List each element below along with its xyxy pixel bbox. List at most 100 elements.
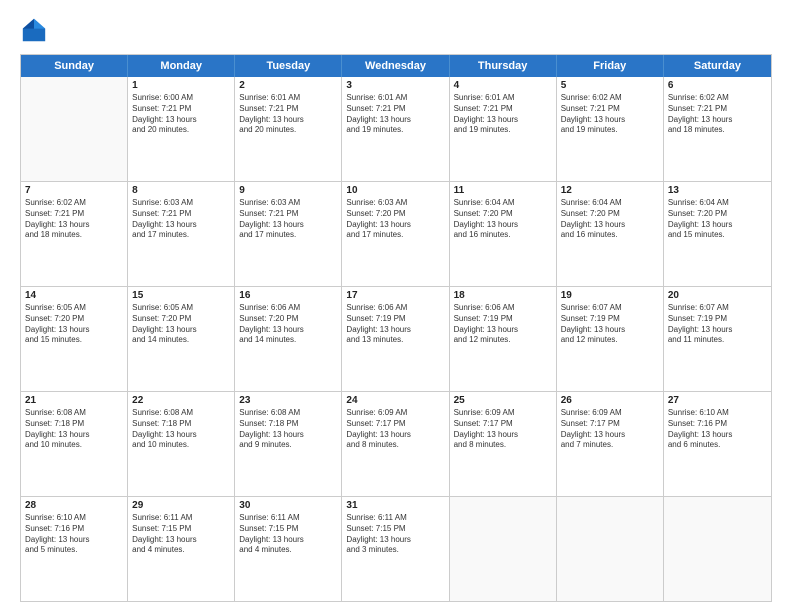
day-number: 4 xyxy=(454,80,552,91)
cell-info-line: Sunset: 7:19 PM xyxy=(346,314,444,325)
cell-info-line: and 6 minutes. xyxy=(668,440,767,451)
day-cell-23: 23Sunrise: 6:08 AMSunset: 7:18 PMDayligh… xyxy=(235,392,342,496)
day-number: 14 xyxy=(25,290,123,301)
day-number: 29 xyxy=(132,500,230,511)
cell-info-line: Daylight: 13 hours xyxy=(346,325,444,336)
day-number: 21 xyxy=(25,395,123,406)
cell-info-line: and 17 minutes. xyxy=(346,230,444,241)
cell-info-line: Sunset: 7:20 PM xyxy=(25,314,123,325)
cell-info-line: Sunrise: 6:11 AM xyxy=(239,513,337,524)
cell-info-line: Sunset: 7:21 PM xyxy=(454,104,552,115)
day-cell-11: 11Sunrise: 6:04 AMSunset: 7:20 PMDayligh… xyxy=(450,182,557,286)
cell-info-line: Daylight: 13 hours xyxy=(132,535,230,546)
cell-info-line: Sunrise: 6:04 AM xyxy=(454,198,552,209)
cell-info-line: Daylight: 13 hours xyxy=(561,325,659,336)
cell-info-line: Sunrise: 6:06 AM xyxy=(239,303,337,314)
day-number: 27 xyxy=(668,395,767,406)
cell-info-line: Sunrise: 6:02 AM xyxy=(668,93,767,104)
day-number: 13 xyxy=(668,185,767,196)
cell-info-line: Daylight: 13 hours xyxy=(561,220,659,231)
cell-info-line: Daylight: 13 hours xyxy=(25,325,123,336)
day-number: 3 xyxy=(346,80,444,91)
day-number: 17 xyxy=(346,290,444,301)
day-number: 25 xyxy=(454,395,552,406)
cell-info-line: and 18 minutes. xyxy=(668,125,767,136)
day-cell-16: 16Sunrise: 6:06 AMSunset: 7:20 PMDayligh… xyxy=(235,287,342,391)
calendar-header: SundayMondayTuesdayWednesdayThursdayFrid… xyxy=(21,55,771,77)
cell-info-line: and 13 minutes. xyxy=(346,335,444,346)
cell-info-line: Daylight: 13 hours xyxy=(25,430,123,441)
day-cell-13: 13Sunrise: 6:04 AMSunset: 7:20 PMDayligh… xyxy=(664,182,771,286)
cell-info-line: Daylight: 13 hours xyxy=(668,115,767,126)
day-cell-2: 2Sunrise: 6:01 AMSunset: 7:21 PMDaylight… xyxy=(235,77,342,181)
cell-info-line: and 15 minutes. xyxy=(668,230,767,241)
cell-info-line: and 10 minutes. xyxy=(25,440,123,451)
cell-info-line: Sunrise: 6:04 AM xyxy=(561,198,659,209)
cell-info-line: Sunrise: 6:05 AM xyxy=(132,303,230,314)
cell-info-line: Sunrise: 6:08 AM xyxy=(25,408,123,419)
cell-info-line: and 17 minutes. xyxy=(132,230,230,241)
day-cell-10: 10Sunrise: 6:03 AMSunset: 7:20 PMDayligh… xyxy=(342,182,449,286)
cell-info-line: Sunset: 7:20 PM xyxy=(346,209,444,220)
day-number: 24 xyxy=(346,395,444,406)
cell-info-line: Daylight: 13 hours xyxy=(239,115,337,126)
cell-info-line: Sunrise: 6:07 AM xyxy=(668,303,767,314)
day-number: 2 xyxy=(239,80,337,91)
cell-info-line: Sunrise: 6:03 AM xyxy=(346,198,444,209)
day-cell-3: 3Sunrise: 6:01 AMSunset: 7:21 PMDaylight… xyxy=(342,77,449,181)
cell-info-line: and 16 minutes. xyxy=(561,230,659,241)
cell-info-line: Sunset: 7:21 PM xyxy=(132,209,230,220)
calendar-body: 1Sunrise: 6:00 AMSunset: 7:21 PMDaylight… xyxy=(21,77,771,601)
day-of-week-friday: Friday xyxy=(557,55,664,77)
cell-info-line: Sunrise: 6:05 AM xyxy=(25,303,123,314)
cell-info-line: Sunset: 7:17 PM xyxy=(346,419,444,430)
day-cell-26: 26Sunrise: 6:09 AMSunset: 7:17 PMDayligh… xyxy=(557,392,664,496)
cell-info-line: Sunset: 7:18 PM xyxy=(25,419,123,430)
cell-info-line: Sunset: 7:15 PM xyxy=(239,524,337,535)
cell-info-line: Sunset: 7:21 PM xyxy=(239,209,337,220)
day-of-week-wednesday: Wednesday xyxy=(342,55,449,77)
cell-info-line: Sunset: 7:17 PM xyxy=(454,419,552,430)
day-cell-9: 9Sunrise: 6:03 AMSunset: 7:21 PMDaylight… xyxy=(235,182,342,286)
cell-info-line: Sunset: 7:16 PM xyxy=(668,419,767,430)
page: SundayMondayTuesdayWednesdayThursdayFrid… xyxy=(0,0,792,612)
day-cell-8: 8Sunrise: 6:03 AMSunset: 7:21 PMDaylight… xyxy=(128,182,235,286)
day-cell-31: 31Sunrise: 6:11 AMSunset: 7:15 PMDayligh… xyxy=(342,497,449,601)
day-number: 28 xyxy=(25,500,123,511)
cell-info-line: Daylight: 13 hours xyxy=(239,430,337,441)
cell-info-line: Daylight: 13 hours xyxy=(346,430,444,441)
cell-info-line: and 12 minutes. xyxy=(561,335,659,346)
cell-info-line: Sunrise: 6:03 AM xyxy=(132,198,230,209)
cell-info-line: Daylight: 13 hours xyxy=(346,535,444,546)
cell-info-line: and 10 minutes. xyxy=(132,440,230,451)
day-of-week-sunday: Sunday xyxy=(21,55,128,77)
day-of-week-tuesday: Tuesday xyxy=(235,55,342,77)
cell-info-line: Daylight: 13 hours xyxy=(239,220,337,231)
day-number: 12 xyxy=(561,185,659,196)
day-cell-6: 6Sunrise: 6:02 AMSunset: 7:21 PMDaylight… xyxy=(664,77,771,181)
cell-info-line: Sunset: 7:21 PM xyxy=(25,209,123,220)
cell-info-line: Sunrise: 6:03 AM xyxy=(239,198,337,209)
empty-cell-0-0 xyxy=(21,77,128,181)
cell-info-line: Sunset: 7:15 PM xyxy=(346,524,444,535)
cell-info-line: and 19 minutes. xyxy=(346,125,444,136)
cell-info-line: Sunset: 7:20 PM xyxy=(561,209,659,220)
cell-info-line: Sunset: 7:20 PM xyxy=(454,209,552,220)
day-number: 22 xyxy=(132,395,230,406)
calendar-row-2: 14Sunrise: 6:05 AMSunset: 7:20 PMDayligh… xyxy=(21,287,771,392)
logo-icon xyxy=(20,16,48,44)
cell-info-line: and 12 minutes. xyxy=(454,335,552,346)
cell-info-line: Sunset: 7:20 PM xyxy=(239,314,337,325)
day-cell-7: 7Sunrise: 6:02 AMSunset: 7:21 PMDaylight… xyxy=(21,182,128,286)
day-of-week-saturday: Saturday xyxy=(664,55,771,77)
cell-info-line: and 7 minutes. xyxy=(561,440,659,451)
calendar-row-3: 21Sunrise: 6:08 AMSunset: 7:18 PMDayligh… xyxy=(21,392,771,497)
day-number: 30 xyxy=(239,500,337,511)
cell-info-line: Daylight: 13 hours xyxy=(454,115,552,126)
day-cell-30: 30Sunrise: 6:11 AMSunset: 7:15 PMDayligh… xyxy=(235,497,342,601)
cell-info-line: and 11 minutes. xyxy=(668,335,767,346)
cell-info-line: Sunrise: 6:06 AM xyxy=(454,303,552,314)
calendar-row-1: 7Sunrise: 6:02 AMSunset: 7:21 PMDaylight… xyxy=(21,182,771,287)
day-number: 26 xyxy=(561,395,659,406)
day-number: 11 xyxy=(454,185,552,196)
